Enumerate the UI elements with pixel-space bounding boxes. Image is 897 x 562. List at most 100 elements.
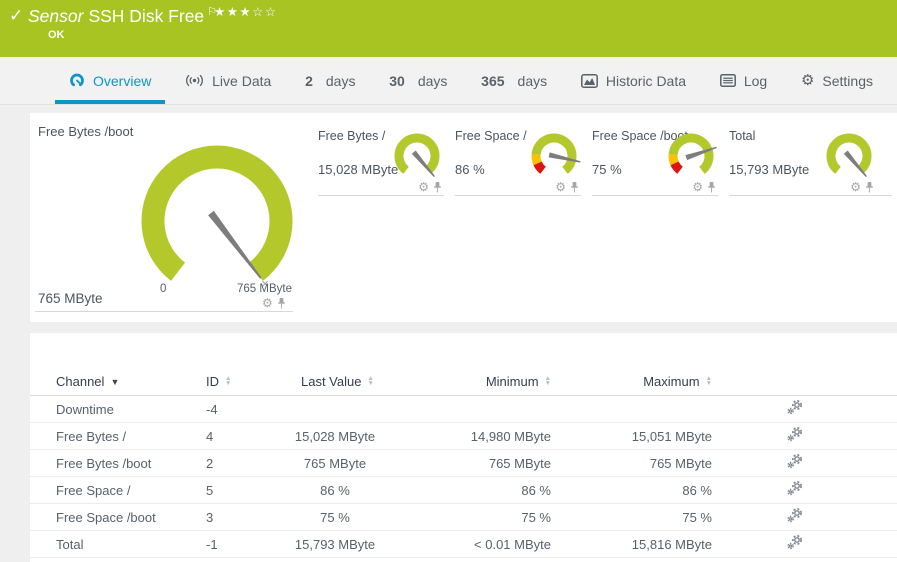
mini-gauge xyxy=(392,132,444,184)
sort-icon: ▲ ▼ xyxy=(705,374,712,388)
table-header-row: Channel ▼ ID ▲ ▼ Last Value ▲ ▼ Minimum ▲ ▼ Max… xyxy=(30,367,897,396)
mini-gauge-cell: Free Space /boot 75 % ⚙ xyxy=(592,126,718,196)
table-row-free-space-boot: Free Space /boot 3 75 % 75 % 75 % xyxy=(30,504,897,531)
tab-label: Live Data xyxy=(212,72,272,89)
gear-icon[interactable]: ⚙ xyxy=(850,181,861,193)
pin-icon[interactable] xyxy=(570,181,579,193)
mini-gauge-cell: Total 15,793 MByte ⚙ xyxy=(729,126,892,196)
pin-icon[interactable] xyxy=(865,181,874,193)
mini-gauge-cell: Free Bytes / 15,028 MByte ⚙ xyxy=(318,126,444,196)
channel-id: 2 xyxy=(206,455,214,471)
pin-icon[interactable] xyxy=(277,297,286,309)
table-row-free-bytes-boot: Free Bytes /boot 2 765 MByte 765 MByte 7… xyxy=(30,450,897,477)
channel-settings-icon[interactable] xyxy=(787,400,809,418)
tab-2-days[interactable]: 2 days xyxy=(291,57,369,104)
gear-icon[interactable]: ⚙ xyxy=(418,181,429,193)
tab-bar: Overview Live Data 2 days 30 days 365 days … xyxy=(0,57,897,105)
tab-365-days[interactable]: 365 days xyxy=(467,57,561,104)
tab-settings[interactable]: ⚙ Settings xyxy=(787,57,887,104)
live-data-icon xyxy=(186,74,204,87)
channel-maximum: 15,051 MByte xyxy=(631,428,712,444)
gauge-icon xyxy=(70,73,84,87)
channel-id: 4 xyxy=(206,428,214,444)
stars-empty: ☆☆ xyxy=(252,5,278,19)
tab-label: days xyxy=(325,72,356,89)
mini-gauge-value: 15,028 MByte xyxy=(318,162,399,177)
status-ok-check-icon: ✓ xyxy=(9,6,24,25)
channel-name: Downtime xyxy=(56,401,114,417)
pin-icon[interactable] xyxy=(707,181,716,193)
tab-number: 365 xyxy=(481,72,505,89)
main-gauge-value: 765 MByte xyxy=(38,291,103,306)
mini-gauge xyxy=(824,132,876,184)
column-header-id[interactable]: ID ▲ ▼ xyxy=(206,374,270,389)
tab-label: Historic Data xyxy=(605,72,687,89)
channel-name: Free Bytes /boot xyxy=(56,455,152,471)
tab-label: Log xyxy=(743,72,768,89)
sensor-status-header: ✓ Sensor SSH Disk Free ⚐ ★★★☆☆ OK xyxy=(0,0,897,57)
gauge-corner-icons: ⚙ xyxy=(850,181,874,193)
channel-settings-icon[interactable] xyxy=(787,535,809,553)
gauge-corner-icons: ⚙ xyxy=(555,181,579,193)
sensor-type-label: Sensor xyxy=(28,5,84,26)
divider xyxy=(35,311,293,312)
mini-gauge xyxy=(529,132,581,184)
gauge-corner-icons: ⚙ xyxy=(692,181,716,193)
table-row-free-space-root: Free Space / 5 86 % 86 % 86 % xyxy=(30,477,897,504)
tab-overview[interactable]: Overview xyxy=(55,57,166,104)
sort-icon: ▲ ▼ xyxy=(367,374,374,388)
tab-number: 2 xyxy=(305,72,313,89)
tab-30-days[interactable]: 30 days xyxy=(375,57,461,104)
historic-data-icon xyxy=(580,73,598,88)
channel-id: 3 xyxy=(206,509,214,525)
mini-gauge-cell: Free Space / 86 % ⚙ xyxy=(455,126,581,196)
gauge-scale-max: 765 MByte xyxy=(237,283,292,295)
channel-minimum: 765 MByte xyxy=(488,455,551,471)
sort-desc-icon: ▼ xyxy=(110,377,120,388)
channel-name: Free Space /boot xyxy=(56,509,156,525)
column-header-channel[interactable]: Channel ▼ xyxy=(30,374,206,389)
gear-icon[interactable]: ⚙ xyxy=(555,181,566,193)
column-header-maximum[interactable]: Maximum ▲ ▼ xyxy=(551,374,712,389)
tab-label: days xyxy=(517,72,548,89)
page-title: Sensor SSH Disk Free ⚐ xyxy=(28,5,217,27)
column-header-last-value[interactable]: Last Value ▲ ▼ xyxy=(270,374,400,389)
main-gauge xyxy=(112,131,322,306)
channel-maximum: 765 MByte xyxy=(649,455,712,471)
gear-icon[interactable]: ⚙ xyxy=(692,181,703,193)
channel-last-value: 15,793 MByte xyxy=(294,536,376,552)
pin-icon[interactable] xyxy=(433,181,442,193)
tab-live-data[interactable]: Live Data xyxy=(171,57,285,104)
channel-settings-icon[interactable] xyxy=(787,454,809,472)
mini-gauge-value: 86 % xyxy=(455,162,485,177)
tab-log[interactable]: Log xyxy=(706,57,781,104)
gauge-scale-min: 0 xyxy=(160,283,167,295)
channel-table-panel: Channel ▼ ID ▲ ▼ Last Value ▲ ▼ Minimum ▲ ▼ Max… xyxy=(30,333,897,562)
sort-icon: ▲ ▼ xyxy=(225,374,232,388)
overview-gauges-panel: Free Bytes /boot 0 765 MByte 765 MByte ⚙… xyxy=(30,113,897,322)
channel-settings-icon[interactable] xyxy=(787,508,809,526)
mini-gauge xyxy=(666,132,718,184)
channel-minimum: 86 % xyxy=(521,482,551,498)
channel-name: Total xyxy=(56,536,84,552)
channel-settings-icon[interactable] xyxy=(787,427,809,445)
tab-label: Overview xyxy=(93,72,152,89)
column-header-minimum[interactable]: Minimum ▲ ▼ xyxy=(400,374,551,389)
mini-gauge-title: Free Space / xyxy=(455,129,527,143)
gauge-corner-icons: ⚙ xyxy=(262,297,286,309)
gauge-corner-icons: ⚙ xyxy=(418,181,442,193)
gear-icon[interactable]: ⚙ xyxy=(262,297,273,309)
channel-id: 5 xyxy=(206,482,214,498)
channel-settings-icon[interactable] xyxy=(787,481,809,499)
tab-number: 30 xyxy=(389,72,405,89)
log-icon xyxy=(719,74,736,87)
channel-last-value: 765 MByte xyxy=(303,455,367,471)
channel-minimum: 75 % xyxy=(521,509,551,525)
channel-id: -1 xyxy=(206,536,218,552)
priority-stars[interactable]: ★★★☆☆ xyxy=(214,4,278,19)
channel-name: Free Bytes / xyxy=(56,428,127,444)
mini-gauge-value: 75 % xyxy=(592,162,622,177)
channel-maximum: 86 % xyxy=(682,482,712,498)
tab-historic-data[interactable]: Historic Data xyxy=(567,57,700,104)
sensor-name: SSH Disk Free xyxy=(88,5,205,26)
